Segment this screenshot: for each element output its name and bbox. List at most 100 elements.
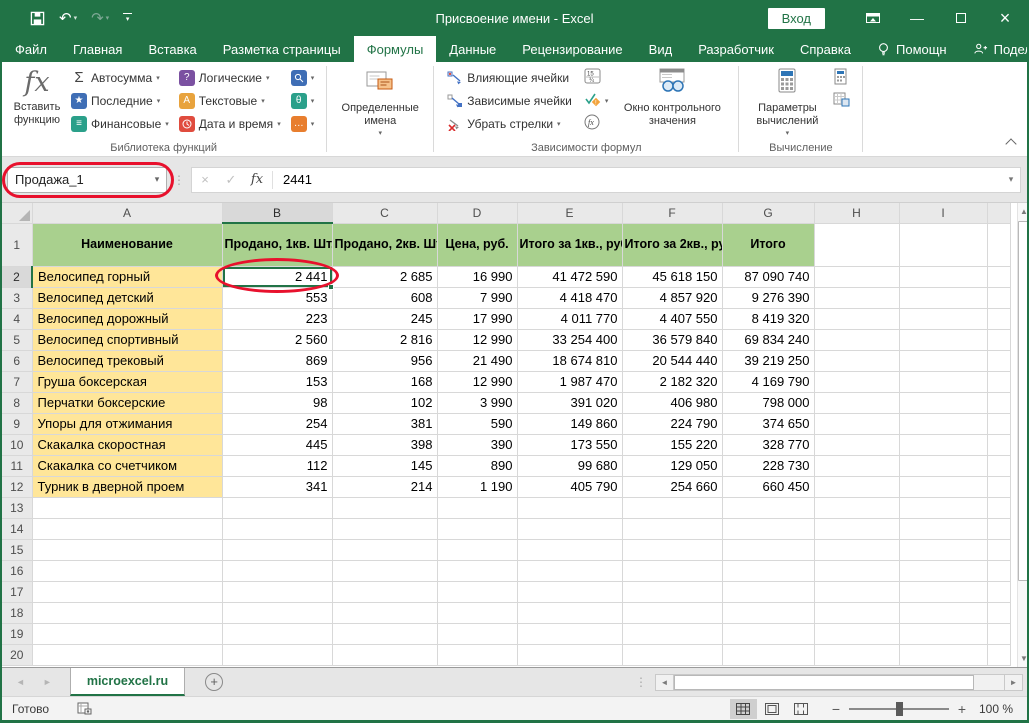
cell-D8[interactable]: 3 990	[437, 392, 517, 413]
cell-H6[interactable]	[814, 350, 899, 371]
row-header-14[interactable]: 14	[2, 518, 32, 539]
cell-F13[interactable]	[622, 497, 722, 518]
cell-H14[interactable]	[814, 518, 899, 539]
row-header-1[interactable]: 1	[2, 223, 32, 266]
horizontal-scrollbar-thumb[interactable]	[674, 675, 974, 690]
cell-E7[interactable]: 1 987 470	[517, 371, 622, 392]
cell-H10[interactable]	[814, 434, 899, 455]
cell-I3[interactable]	[899, 287, 987, 308]
cell-H17[interactable]	[814, 581, 899, 602]
cell-A14[interactable]	[32, 518, 222, 539]
cell-F3[interactable]: 4 857 920	[622, 287, 722, 308]
watch-window-button[interactable]: Окно контрольного значения	[613, 66, 731, 138]
horizontal-scrollbar[interactable]	[674, 674, 1004, 691]
cell-D14[interactable]	[437, 518, 517, 539]
row-header-13[interactable]: 13	[2, 497, 32, 518]
row-header-8[interactable]: 8	[2, 392, 32, 413]
cell-A6[interactable]: Велосипед трековый	[32, 350, 222, 371]
cell-C2[interactable]: 2 685	[332, 266, 437, 287]
math-trig-button[interactable]: θ▾	[288, 89, 318, 112]
logical-functions-button[interactable]: ?Логические▾	[176, 66, 284, 89]
cell-B3[interactable]: 553	[222, 287, 332, 308]
cell-B16[interactable]	[222, 560, 332, 581]
trace-dependents-button[interactable]: Зависимые ячейки	[443, 89, 575, 112]
cell-F12[interactable]: 254 660	[622, 476, 722, 497]
collapse-ribbon-icon[interactable]	[1005, 138, 1016, 149]
cell-D2[interactable]: 16 990	[437, 266, 517, 287]
cell-B5[interactable]: 2 560	[222, 329, 332, 350]
more-functions-button[interactable]: …▾	[288, 112, 318, 135]
cell-A19[interactable]	[32, 623, 222, 644]
cell-F1[interactable]: Итого за 2кв., руб.	[622, 223, 722, 266]
calculate-now-button[interactable]	[830, 66, 853, 89]
cell-A12[interactable]: Турник в дверной проем	[32, 476, 222, 497]
cell-E13[interactable]	[517, 497, 622, 518]
cell-B13[interactable]	[222, 497, 332, 518]
cell-H2[interactable]	[814, 266, 899, 287]
cell-G10[interactable]: 328 770	[722, 434, 814, 455]
column-header-G[interactable]: G	[722, 203, 814, 223]
cell-F16[interactable]	[622, 560, 722, 581]
column-header-H[interactable]: H	[814, 203, 899, 223]
cell-B14[interactable]	[222, 518, 332, 539]
cell-D20[interactable]	[437, 644, 517, 665]
cell-D17[interactable]	[437, 581, 517, 602]
cell-F9[interactable]: 224 790	[622, 413, 722, 434]
cell-D3[interactable]: 7 990	[437, 287, 517, 308]
cell-H8[interactable]	[814, 392, 899, 413]
cell-C19[interactable]	[332, 623, 437, 644]
cell-C13[interactable]	[332, 497, 437, 518]
cell-B9[interactable]: 254	[222, 413, 332, 434]
cell-A13[interactable]	[32, 497, 222, 518]
cell-B7[interactable]: 153	[222, 371, 332, 392]
tab-page-layout[interactable]: Разметка страницы	[210, 36, 354, 62]
scroll-up-icon[interactable]: ▲	[1018, 203, 1029, 220]
cell-C3[interactable]: 608	[332, 287, 437, 308]
cell-G2[interactable]: 87 090 740	[722, 266, 814, 287]
cell-F17[interactable]	[622, 581, 722, 602]
cell-D15[interactable]	[437, 539, 517, 560]
cell-G6[interactable]: 39 219 250	[722, 350, 814, 371]
cell-D11[interactable]: 890	[437, 455, 517, 476]
undo-button[interactable]: ↶▾	[59, 9, 77, 27]
cell-D1[interactable]: Цена, руб.	[437, 223, 517, 266]
select-all-button[interactable]	[2, 203, 32, 223]
cell-G1[interactable]: Итого	[722, 223, 814, 266]
cell-H13[interactable]	[814, 497, 899, 518]
row-header-5[interactable]: 5	[2, 329, 32, 350]
insert-function-icon[interactable]: fx	[244, 172, 270, 187]
cell-H9[interactable]	[814, 413, 899, 434]
cell-H1[interactable]	[814, 223, 899, 266]
cell-D6[interactable]: 21 490	[437, 350, 517, 371]
tab-file[interactable]: Файл	[2, 36, 60, 62]
cell-F14[interactable]	[622, 518, 722, 539]
zoom-in-button[interactable]: +	[957, 701, 967, 717]
cell-A2[interactable]: Велосипед горный	[32, 266, 222, 287]
vertical-scrollbar-thumb[interactable]	[1018, 221, 1029, 581]
cell-A5[interactable]: Велосипед спортивный	[32, 329, 222, 350]
cell-I12[interactable]	[899, 476, 987, 497]
cell-H3[interactable]	[814, 287, 899, 308]
sheet-nav-left-icon[interactable]: ◄	[16, 677, 25, 687]
cell-E9[interactable]: 149 860	[517, 413, 622, 434]
macro-record-icon[interactable]	[77, 702, 92, 715]
tab-data[interactable]: Данные	[436, 36, 509, 62]
scroll-left-icon[interactable]: ◄	[655, 674, 674, 691]
cell-E19[interactable]	[517, 623, 622, 644]
cell-A3[interactable]: Велосипед детский	[32, 287, 222, 308]
cell-G12[interactable]: 660 450	[722, 476, 814, 497]
column-header-C[interactable]: C	[332, 203, 437, 223]
cell-I17[interactable]	[899, 581, 987, 602]
cell-E8[interactable]: 391 020	[517, 392, 622, 413]
cell-A9[interactable]: Упоры для отжимания	[32, 413, 222, 434]
cell-G16[interactable]	[722, 560, 814, 581]
cell-G20[interactable]	[722, 644, 814, 665]
cell-D19[interactable]	[437, 623, 517, 644]
cell-E4[interactable]: 4 011 770	[517, 308, 622, 329]
row-header-17[interactable]: 17	[2, 581, 32, 602]
tab-home[interactable]: Главная	[60, 36, 135, 62]
row-header-3[interactable]: 3	[2, 287, 32, 308]
autosum-button[interactable]: ΣАвтосумма▾	[68, 66, 172, 89]
row-header-7[interactable]: 7	[2, 371, 32, 392]
cell-H5[interactable]	[814, 329, 899, 350]
